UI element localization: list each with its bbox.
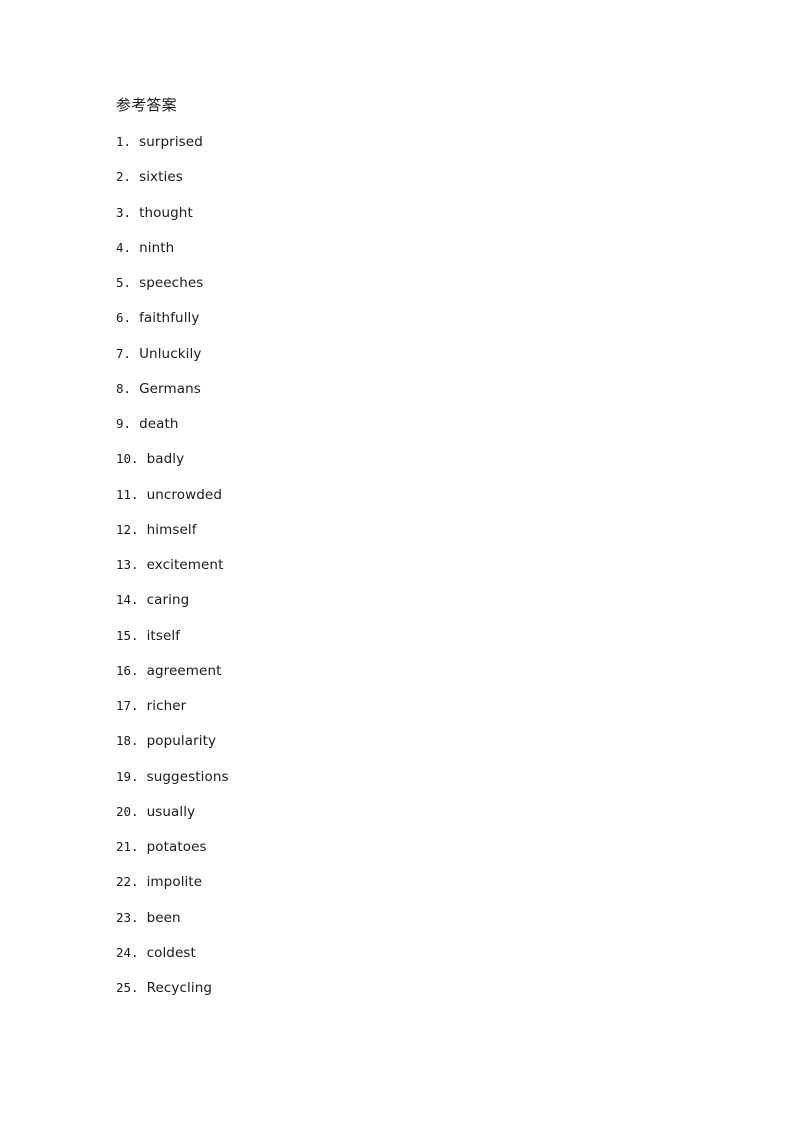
answer-word: been (146, 909, 181, 926)
answer-word: surprised (139, 134, 203, 150)
answer-number: 6. (116, 310, 132, 326)
answer-word: suggestions (146, 768, 229, 785)
answer-item: 11. uncrowded (116, 485, 696, 520)
answer-item: 18. popularity (116, 731, 696, 766)
answer-word: popularity (146, 733, 217, 750)
answer-number: 9. (116, 416, 132, 431)
answer-item: 22. impolite (116, 872, 696, 907)
answer-item: 6. faithfully (116, 308, 696, 343)
answer-number: 25. (116, 980, 139, 995)
answer-item: 24. coldest (116, 943, 696, 978)
answer-item: 10. badly (116, 449, 696, 484)
answer-item: 13. excitement (116, 555, 696, 590)
answer-word: usually (146, 803, 196, 820)
answer-number: 16. (116, 662, 139, 678)
answer-item: 8. Germans (116, 379, 696, 414)
answer-item: 1. surprised (116, 132, 696, 167)
answer-word: Recycling (146, 980, 213, 996)
answer-number: 1. (116, 134, 132, 149)
answer-list: 1. surprised 2. sixties 3. thought 4. ninth 5. sp… (116, 132, 696, 1013)
answer-item: 14. caring (116, 590, 696, 625)
answer-number: 5. (116, 275, 132, 290)
answer-word: thought (139, 204, 193, 221)
answer-item: 21. potatoes (116, 837, 696, 872)
answer-item: 2. sixties (116, 167, 696, 202)
answer-word: himself (146, 521, 197, 538)
answer-word: faithfully (139, 310, 200, 327)
answer-item: 23. been (116, 908, 696, 943)
answer-item: 9. death (116, 414, 696, 449)
answer-item: 4. ninth (116, 238, 696, 273)
answer-number: 10. (116, 451, 139, 467)
answer-item: 5. speeches (116, 273, 696, 308)
answer-number: 17. (116, 698, 139, 713)
answer-number: 21. (116, 839, 139, 854)
answer-word: sixties (139, 169, 183, 186)
answer-word: impolite (146, 874, 203, 891)
answer-number: 24. (116, 944, 139, 960)
answer-word: uncrowded (146, 486, 223, 503)
answer-number: 22. (116, 874, 139, 890)
answer-number: 20. (116, 803, 139, 819)
answer-word: coldest (146, 944, 196, 961)
answer-number: 3. (116, 204, 132, 220)
answer-number: 7. (116, 345, 132, 361)
answer-word: speeches (139, 275, 204, 291)
document-content: 参考答案 1. surprised 2. sixties 3. thought 4. nint… (116, 95, 696, 1013)
page-title: 参考答案 (116, 96, 177, 114)
answer-number: 11. (116, 486, 139, 502)
answer-number: 12. (116, 521, 139, 537)
answer-item: 25. Recycling (116, 978, 696, 1013)
answer-number: 14. (116, 592, 139, 608)
answer-number: 13. (116, 557, 139, 572)
answer-number: 18. (116, 733, 139, 749)
answer-item: 3. thought (116, 203, 696, 238)
answer-word: ninth (139, 239, 175, 256)
answer-number: 2. (116, 169, 132, 185)
answer-word: potatoes (146, 839, 207, 855)
answer-number: 19. (116, 768, 139, 784)
answer-number: 4. (116, 239, 132, 255)
answer-item: 12. himself (116, 520, 696, 555)
answer-item: 19. suggestions (116, 767, 696, 802)
answer-word: caring (146, 592, 190, 609)
answer-word: richer (146, 698, 187, 714)
answer-item: 7. Unluckily (116, 344, 696, 379)
answer-word: Unluckily (139, 345, 202, 362)
answer-word: agreement (146, 662, 222, 679)
answer-item: 17. richer (116, 696, 696, 731)
answer-number: 23. (116, 909, 139, 925)
answer-item: 15. itself (116, 626, 696, 661)
answer-word: Germans (139, 380, 201, 397)
document-page: 参考答案 1. surprised 2. sixties 3. thought 4. nint… (0, 0, 794, 1123)
answer-number: 8. (116, 380, 132, 396)
answer-item: 16. agreement (116, 661, 696, 696)
answer-word: death (139, 416, 179, 432)
answer-item: 20. usually (116, 802, 696, 837)
answer-word: badly (146, 451, 185, 468)
answer-number: 15. (116, 627, 139, 643)
answer-word: excitement (146, 557, 224, 573)
answer-word: itself (146, 627, 181, 644)
